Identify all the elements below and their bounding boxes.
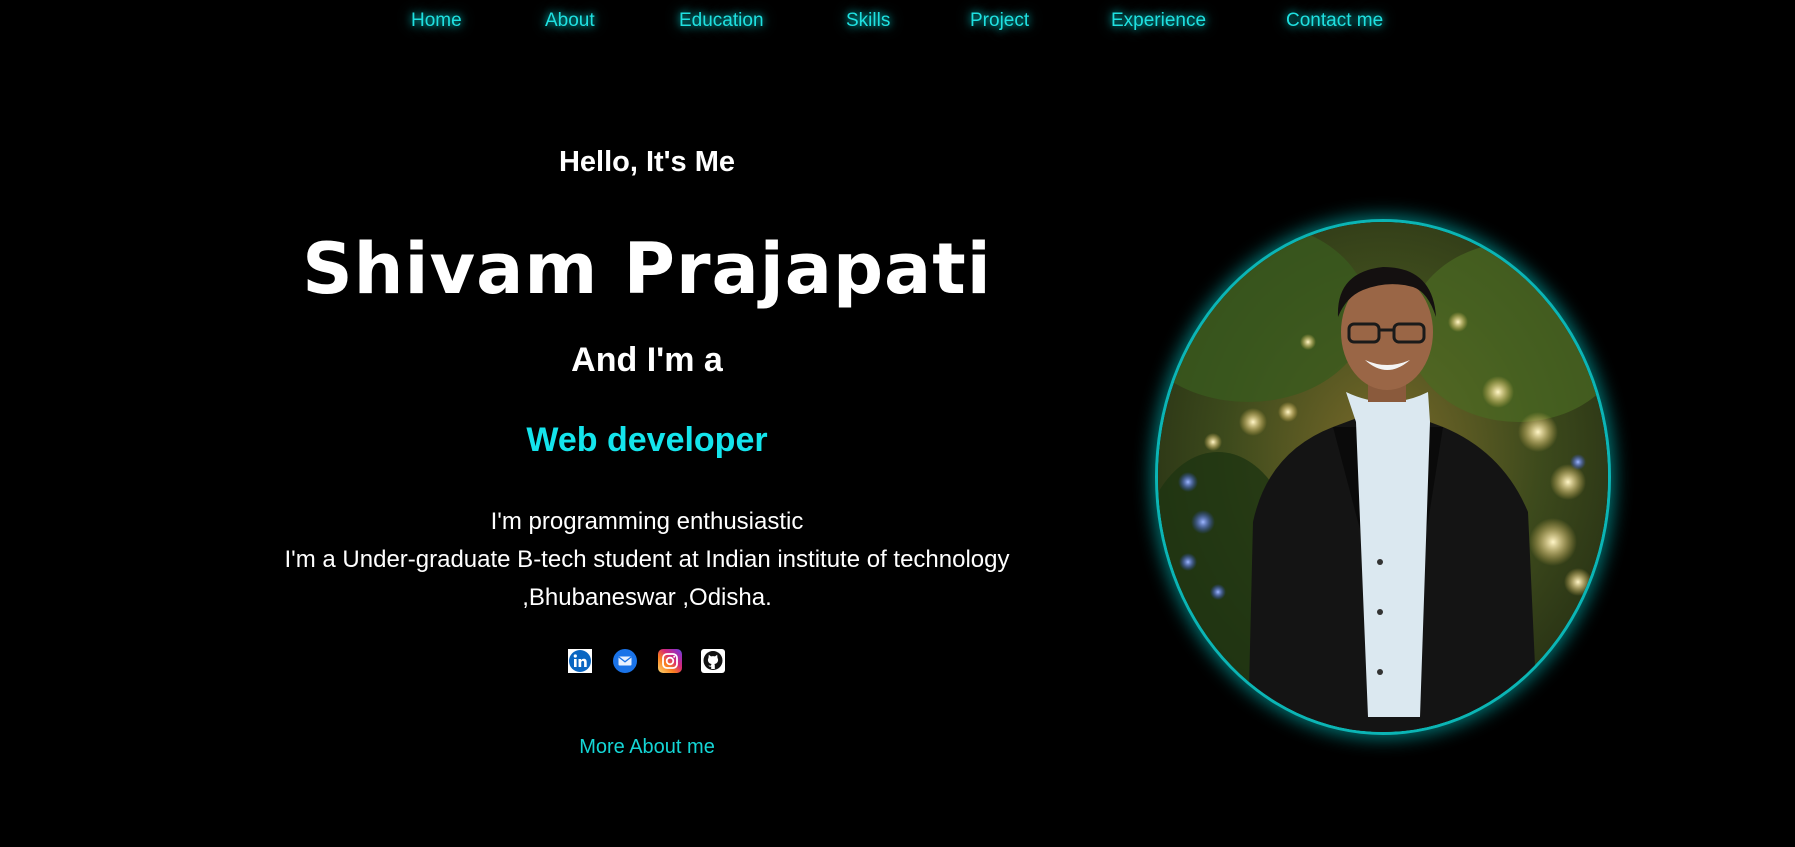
linkedin-icon[interactable]: [568, 649, 592, 673]
mail-icon[interactable]: [613, 649, 637, 673]
github-icon[interactable]: [701, 649, 725, 673]
nav-project-link[interactable]: Project: [970, 10, 1029, 32]
nav-contact-link[interactable]: Contact me: [1286, 10, 1383, 32]
nav-experience-link[interactable]: Experience: [1111, 10, 1206, 32]
hero-intro: And I'm a: [571, 341, 723, 379]
hero-bio: I'm programming enthusiastic I'm a Under…: [200, 503, 1094, 617]
hero-name: Shivam Prajapati: [302, 228, 992, 310]
nav-skills-link[interactable]: Skills: [846, 10, 890, 32]
nav-education-link[interactable]: Education: [679, 10, 764, 32]
hero-greeting: Hello, It's Me: [558, 146, 736, 178]
profile-photo: [1158, 222, 1608, 732]
bio-line: ,Bhubaneswar ,Odisha.: [522, 584, 772, 611]
hero-role: Web developer: [526, 421, 768, 459]
nav-home-link[interactable]: Home: [411, 10, 462, 32]
nav-about-link[interactable]: About: [545, 10, 595, 32]
instagram-icon[interactable]: [658, 649, 682, 673]
bio-line: I'm programming enthusiastic: [490, 508, 804, 535]
top-navigation: Home About Education Skills Project Expe…: [0, 0, 1795, 44]
bio-line: I'm a Under-graduate B-tech student at I…: [284, 546, 1010, 573]
portfolio-page: Home About Education Skills Project Expe…: [0, 0, 1795, 847]
more-about-me-link[interactable]: More About me: [400, 736, 894, 759]
